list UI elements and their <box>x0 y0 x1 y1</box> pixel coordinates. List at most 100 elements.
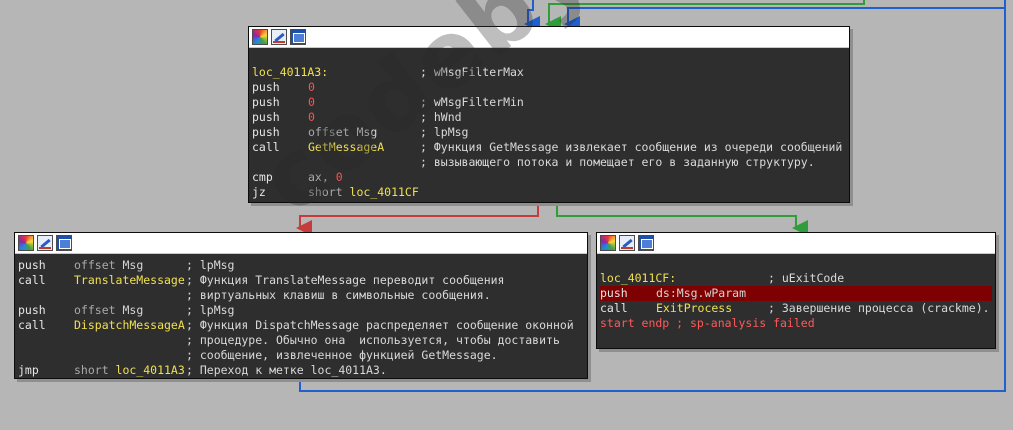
instruction-line[interactable]: push offset Msg; lpMsg <box>252 125 846 140</box>
mnemonic: push <box>252 80 280 94</box>
color-icon[interactable] <box>252 29 268 45</box>
operand[interactable]: ExitProcess <box>656 301 768 316</box>
instruction-line[interactable]: ; сообщение, извлеченное функцией GetMes… <box>18 348 584 363</box>
instruction-line[interactable]: ; виртуальных клавиш в символьные сообще… <box>18 288 584 303</box>
instruction-line[interactable]: push offset Msg; lpMsg <box>18 303 584 318</box>
instruction-line[interactable]: jz short loc_4011CF <box>252 185 846 200</box>
comment: ; сообщение, извлеченное функцией GetMes… <box>186 348 498 362</box>
instruction-line[interactable]: call ExitProcess; Завершение процесса (cr… <box>600 301 992 316</box>
operand[interactable]: GetMessageA <box>308 140 420 155</box>
instruction-line[interactable]: call TranslateMessage; Функция TranslateM… <box>18 273 584 288</box>
immediate: 0 <box>335 170 343 184</box>
instruction-line[interactable]: cmp ax, 0 <box>252 170 846 185</box>
rename-icon[interactable] <box>619 235 635 251</box>
operand[interactable]: DispatchMessageA <box>74 318 186 333</box>
comment: ; wMsgFilterMin <box>420 95 524 109</box>
operand[interactable]: 0 <box>308 95 420 110</box>
operand[interactable]: short loc_4011A3 <box>74 363 186 378</box>
label-loc-4011cf: loc_4011CF: <box>600 271 677 285</box>
instruction-line[interactable]: call DispatchMessageA; Функция DispatchMe… <box>18 318 584 333</box>
node-message-dispatch[interactable]: push offset Msg; lpMsg call TranslateMessag… <box>14 232 588 379</box>
label-line[interactable]: loc_4011CF: ; uExitCode <box>600 271 992 286</box>
rename-icon[interactable] <box>37 235 53 251</box>
register[interactable]: ax, <box>308 170 336 184</box>
operand-target[interactable]: Msg <box>356 125 377 139</box>
mnemonic: push <box>252 110 280 124</box>
comment: ; процедуре. Обычно она используется, чт… <box>186 333 560 347</box>
color-icon[interactable] <box>600 235 616 251</box>
operand[interactable]: offset Msg <box>74 303 186 318</box>
operand[interactable]: offset Msg <box>74 258 186 273</box>
comment: ; uExitCode <box>768 271 845 285</box>
instruction-line[interactable]: jmp short loc_4011A3; Переход к метке loc… <box>18 363 584 378</box>
label-line[interactable]: loc_4011A3: ; wMsgFilterMax <box>252 65 846 80</box>
operand-keyword: offset <box>308 125 357 139</box>
operand[interactable]: 0 <box>308 80 420 95</box>
comment: ; lpMsg <box>420 125 469 139</box>
mnemonic: push <box>252 125 280 139</box>
operand-target[interactable]: loc_4011CF <box>350 185 419 199</box>
operand[interactable]: offset Msg <box>308 125 420 140</box>
node-loc-4011cf[interactable]: loc_4011CF: ; uExitCode push ds:Msg.wParam… <box>596 232 996 349</box>
endp-error: start endp ; sp-analysis failed <box>600 316 815 330</box>
edge-incoming-blue-1 <box>524 0 540 32</box>
node-code: push offset Msg; lpMsg call TranslateMessag… <box>15 254 587 381</box>
mnemonic: jmp <box>18 363 39 377</box>
rename-icon[interactable] <box>271 29 287 45</box>
node-loc-4011a3[interactable]: loc_4011A3:; wMsgFilterMax push 0 push 0; w… <box>248 26 850 203</box>
operand-target[interactable]: Msg <box>122 303 143 317</box>
instruction-line[interactable]: push 0; wMsgFilterMin <box>252 95 846 110</box>
operand[interactable]: ds:Msg.wParam <box>656 286 768 301</box>
mnemonic: push <box>18 303 46 317</box>
graph-icon[interactable] <box>56 235 72 251</box>
comment: ; Функция GetMessage извлекает сообщение… <box>420 140 843 154</box>
operand[interactable]: 0 <box>308 110 420 125</box>
mnemonic: call <box>18 318 46 332</box>
mnemonic: push <box>18 258 46 272</box>
operand-keyword: short <box>308 185 350 199</box>
graph-icon[interactable] <box>638 235 654 251</box>
operand-keyword: offset <box>74 258 123 272</box>
mnemonic: call <box>600 301 628 315</box>
edge-true-branch <box>556 202 808 236</box>
instruction-line[interactable]: ; вызывающего потока и помещает его в за… <box>252 155 846 170</box>
instruction-line[interactable]: ; процедуре. Обычно она используется, чт… <box>18 333 584 348</box>
instruction-line[interactable]: call GetMessageA; Функция GetMessage извл… <box>252 140 846 155</box>
operand-keyword: short <box>74 363 116 377</box>
comment: ; Функция TranslateMessage переводит соо… <box>186 273 505 287</box>
operand-keyword: offset <box>74 303 123 317</box>
comment: ; hWnd <box>420 110 462 124</box>
mnemonic: push <box>600 286 628 300</box>
edge-incoming-green <box>545 0 865 32</box>
end-line[interactable]: start endp ; sp-analysis failed <box>600 316 992 331</box>
color-icon[interactable] <box>18 235 34 251</box>
graph-icon[interactable] <box>290 29 306 45</box>
mnemonic: push <box>252 95 280 109</box>
comment: ; Функция DispatchMessage распределяет с… <box>186 318 574 332</box>
operand[interactable]: TranslateMessage <box>74 273 186 288</box>
node-header <box>15 233 587 254</box>
operand[interactable]: ax, 0 <box>308 170 420 185</box>
comment: ; виртуальных клавиш в символьные сообще… <box>186 288 491 302</box>
node-header <box>597 233 995 254</box>
comment: ; вызывающего потока и помещает его в за… <box>420 155 815 169</box>
comment: ; lpMsg <box>186 258 235 272</box>
node-code: loc_4011CF: ; uExitCode push ds:Msg.wParam… <box>597 254 995 334</box>
node-code: loc_4011A3:; wMsgFilterMax push 0 push 0; w… <box>249 48 849 203</box>
instruction-line[interactable]: push offset Msg; lpMsg <box>18 258 584 273</box>
comment: ; Переход к метке loc_4011A3. <box>186 363 387 377</box>
instruction-line[interactable]: push 0; hWnd <box>252 110 846 125</box>
comment: ; wMsgFilterMax <box>420 65 524 79</box>
instruction-line[interactable]: push 0 <box>252 80 846 95</box>
comment: ; lpMsg <box>186 303 235 317</box>
operand[interactable]: short loc_4011CF <box>308 185 420 200</box>
node-header <box>249 27 849 48</box>
comment: ; Завершение процесса (crackme). <box>768 301 990 315</box>
mnemonic: jz <box>252 185 266 199</box>
operand-target[interactable]: Msg <box>122 258 143 272</box>
instruction-line[interactable]: push ds:Msg.wParam <box>600 286 992 301</box>
edge-false-branch <box>296 202 539 236</box>
operand-target[interactable]: loc_4011A3 <box>116 363 185 377</box>
mnemonic: cmp <box>252 170 273 184</box>
mnemonic: call <box>18 273 46 287</box>
